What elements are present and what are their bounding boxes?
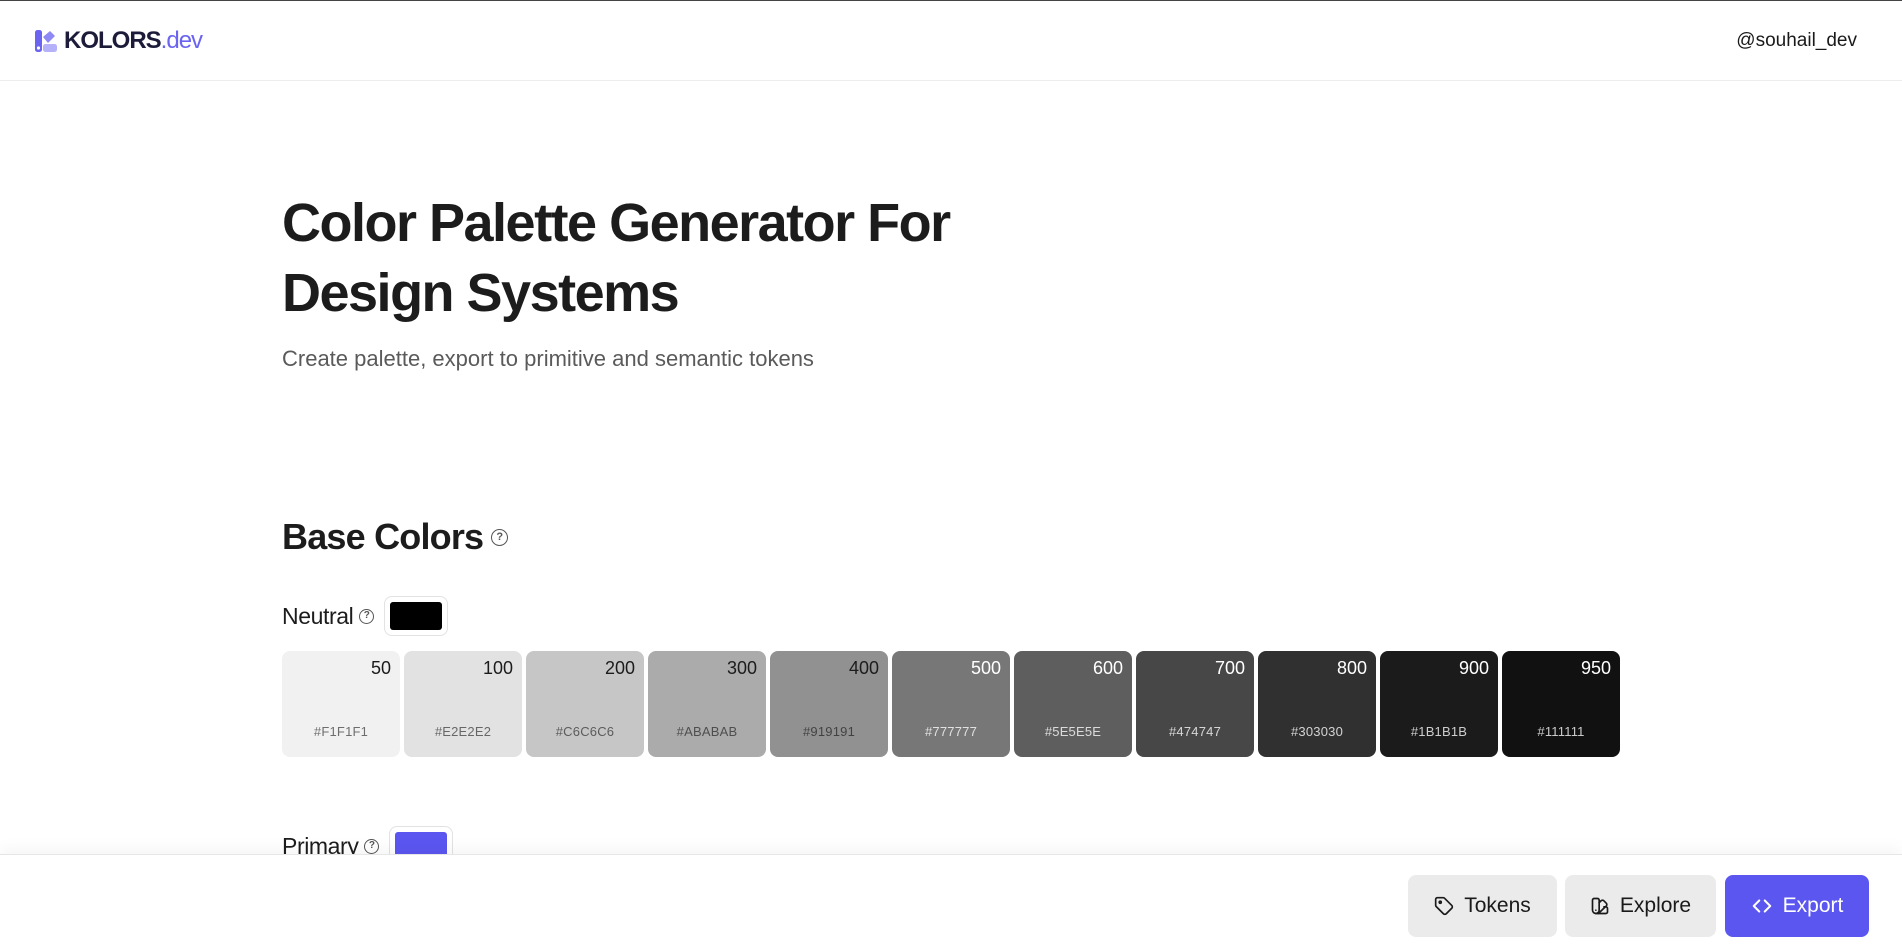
neutral-base-swatch [390, 602, 443, 630]
neutral-shade-swatch[interactable]: 600 #5E5E5E [1014, 651, 1132, 757]
site-header: KOLORS.dev @souhail_dev [0, 1, 1902, 81]
neutral-label: Neutral [282, 602, 354, 629]
swatch-book-icon [1590, 896, 1610, 916]
neutral-shade-swatch[interactable]: 300 #ABABAB [648, 651, 766, 757]
neutral-shade-swatch[interactable]: 700 #474747 [1136, 651, 1254, 757]
page-title: Color Palette Generator For Design Syste… [282, 188, 1082, 328]
shade-hex-label: #1B1B1B [1410, 724, 1468, 739]
page-title-line-1: Color Palette Generator For [282, 193, 951, 253]
shade-step-label: 400 [848, 658, 879, 678]
shade-step-label: 200 [604, 658, 635, 678]
shade-hex-label: #303030 [1290, 724, 1343, 739]
shade-hex-label: #919191 [802, 724, 855, 739]
logo-link[interactable]: KOLORS.dev [34, 26, 203, 55]
neutral-shade-swatch[interactable]: 100 #E2E2E2 [404, 651, 522, 757]
neutral-shade-swatch[interactable]: 950 #111111 [1502, 651, 1620, 757]
neutral-shade-swatch[interactable]: 500 #777777 [892, 651, 1010, 757]
shade-hex-label: #111111 [1537, 724, 1585, 739]
shade-step-label: 600 [1092, 658, 1123, 678]
hero-section: Color Palette Generator For Design Syste… [282, 188, 1082, 372]
neutral-shade-swatch[interactable]: 50 #F1F1F1 [282, 651, 400, 757]
primary-help-icon[interactable]: ? [364, 838, 380, 854]
neutral-shade-swatch[interactable]: 900 #1B1B1B [1380, 651, 1498, 757]
shade-hex-label: #777777 [924, 724, 977, 739]
shade-step-label: 900 [1458, 658, 1489, 678]
shade-step-label: 700 [1214, 658, 1245, 678]
shade-step-label: 950 [1580, 658, 1611, 678]
tag-icon [1434, 896, 1454, 916]
user-handle-link[interactable]: @souhail_dev [1736, 30, 1857, 52]
neutral-color-picker[interactable] [384, 596, 449, 636]
shade-step-label: 800 [1336, 658, 1367, 678]
neutral-shade-swatch[interactable]: 400 #919191 [770, 651, 888, 757]
kolors-logo-icon [34, 29, 58, 53]
base-colors-heading: Base Colors ? [282, 516, 509, 558]
neutral-shade-swatch[interactable]: 200 #C6C6C6 [526, 651, 644, 757]
shade-step-label: 50 [370, 658, 391, 678]
action-bar: Tokens Explore Export [0, 854, 1902, 946]
shade-hex-label: #5E5E5E [1044, 724, 1102, 739]
code-icon [1751, 895, 1773, 917]
logo-wordmark-bold: KOLORS [64, 26, 162, 54]
logo-wordmark-suffix: .dev [160, 26, 203, 54]
page-subtitle: Create palette, export to primitive and … [282, 346, 814, 371]
shade-step-label: 100 [482, 658, 513, 678]
base-colors-title: Base Colors [282, 516, 484, 557]
explore-button[interactable]: Explore [1565, 875, 1716, 937]
shade-hex-label: #C6C6C6 [555, 724, 615, 739]
neutral-shade-scale: 50 #F1F1F1 100 #E2E2E2 200 #C6C6C6 300 #ABABAB 4… [282, 651, 1620, 757]
page-title-line-2: Design Systems [282, 263, 680, 323]
base-colors-help-icon[interactable]: ? [491, 528, 509, 546]
neutral-shade-swatch[interactable]: 800 #303030 [1258, 651, 1376, 757]
tokens-button[interactable]: Tokens [1408, 875, 1557, 937]
neutral-help-icon[interactable]: ? [359, 608, 375, 624]
shade-step-label: 500 [970, 658, 1001, 678]
neutral-row-header: Neutral ? [282, 596, 449, 636]
shade-hex-label: #ABABAB [676, 724, 738, 739]
shade-step-label: 300 [726, 658, 757, 678]
logo-wordmark: KOLORS.dev [64, 26, 203, 55]
explore-button-label: Explore [1619, 894, 1692, 917]
export-button[interactable]: Export [1725, 875, 1869, 937]
shade-hex-label: #474747 [1168, 724, 1221, 739]
shade-hex-label: #F1F1F1 [313, 724, 369, 739]
tokens-button-label: Tokens [1464, 894, 1531, 917]
export-button-label: Export [1782, 894, 1844, 917]
shade-hex-label: #E2E2E2 [434, 724, 492, 739]
